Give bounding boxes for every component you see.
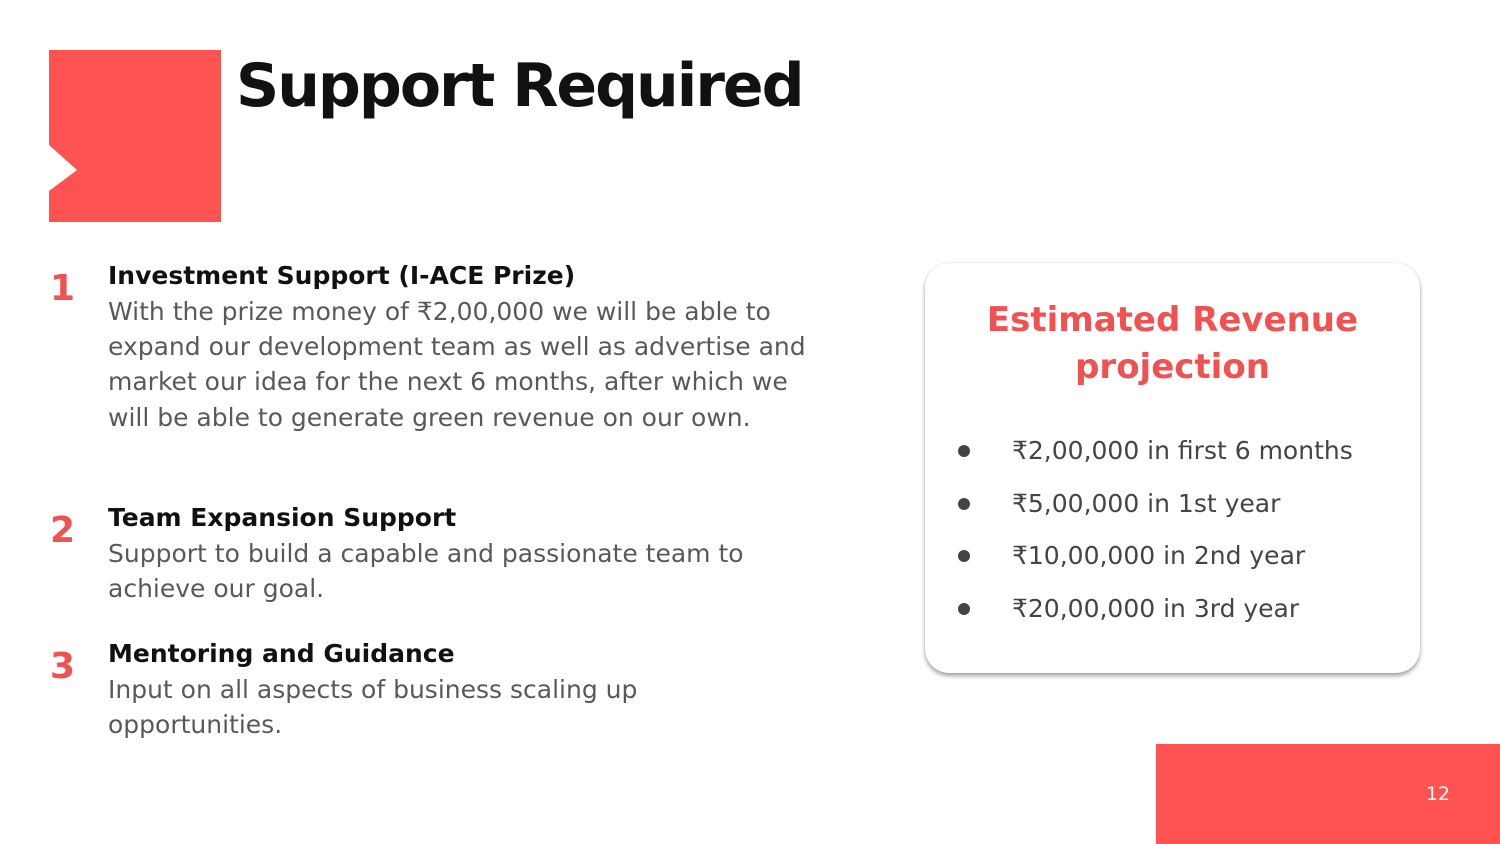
item-heading: Investment Support (I-ACE Prize) xyxy=(108,261,576,290)
corner-decoration-shape xyxy=(49,50,221,222)
bullet-icon xyxy=(958,550,970,562)
item-heading: Team Expansion Support xyxy=(108,503,457,532)
support-item-mentoring: 3 Mentoring and Guidance Input on all as… xyxy=(50,636,810,742)
item-number: 2 xyxy=(50,510,76,551)
item-description: Support to build a capable and passionat… xyxy=(108,539,744,604)
bullet-icon xyxy=(958,445,970,457)
projection-text: ₹2,00,000 in first 6 months xyxy=(1012,436,1353,465)
footer-decoration-block: 12 xyxy=(1156,744,1500,844)
support-item-investment: 1 Investment Support (I-ACE Prize) With … xyxy=(50,258,810,435)
bullet-icon xyxy=(958,497,970,510)
page-number: 12 xyxy=(1425,783,1450,805)
item-heading: Mentoring and Guidance xyxy=(108,639,455,668)
projection-text: ₹20,00,000 in 3rd year xyxy=(1012,593,1300,623)
revenue-projection-card: Estimated Revenue projection ₹2,00,000 i… xyxy=(925,263,1420,673)
projection-text: ₹10,00,000 in 2nd year xyxy=(1012,541,1306,570)
item-description: Input on all aspects of business scaling… xyxy=(108,675,638,740)
bullet-icon xyxy=(958,602,970,615)
projection-text: ₹5,00,000 in 1st year xyxy=(1012,488,1281,518)
item-description: With the prize money of ₹2,00,000 we wil… xyxy=(108,297,806,432)
card-title: Estimated Revenue projection xyxy=(986,300,1359,387)
item-number: 3 xyxy=(50,646,76,687)
item-number: 1 xyxy=(50,268,76,309)
support-item-team-expansion: 2 Team Expansion Support Support to buil… xyxy=(50,500,810,606)
slide-title: Support Required xyxy=(236,51,805,121)
